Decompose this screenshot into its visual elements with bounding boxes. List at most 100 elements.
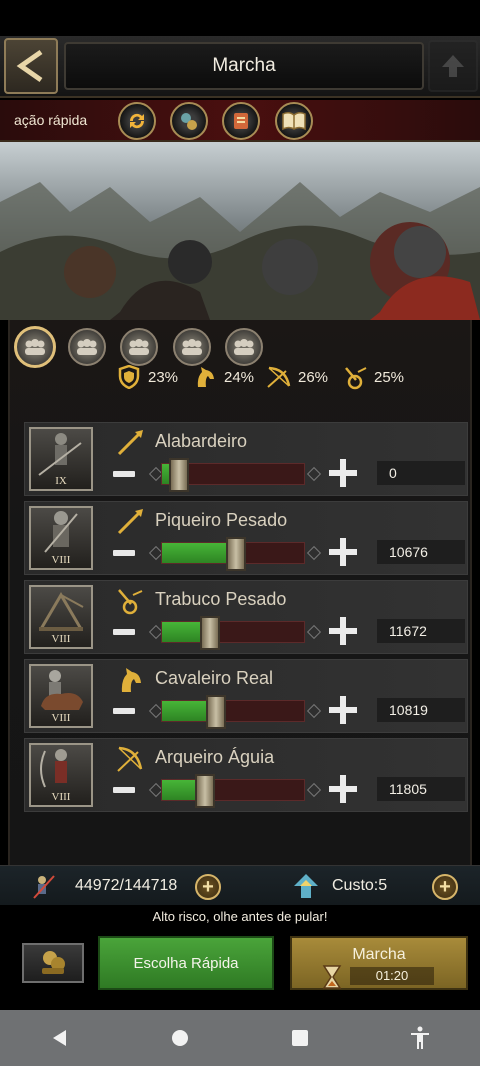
stamina-icon xyxy=(294,874,318,898)
battle-banner-image xyxy=(0,142,480,320)
status-bar xyxy=(0,0,480,36)
shield-icon xyxy=(116,364,142,390)
formation-icon xyxy=(77,339,97,355)
bonus-value: 25% xyxy=(374,368,405,386)
troop-name: Arqueiro Águia xyxy=(155,747,275,767)
preset-1[interactable] xyxy=(14,326,56,368)
page-title: Marcha xyxy=(64,42,424,90)
slider-right-arrow-icon xyxy=(306,624,322,640)
decrease-button[interactable] xyxy=(113,708,135,714)
increase-button[interactable] xyxy=(329,459,357,487)
troop-row-alabardeiro: IX Alabardeiro 0 xyxy=(24,422,468,496)
troop-name: Alabardeiro xyxy=(155,431,248,451)
troops-coins-icon[interactable] xyxy=(170,102,208,140)
troop-slider[interactable] xyxy=(161,774,305,808)
preset-2[interactable] xyxy=(68,328,106,366)
troop-count-input[interactable]: 11672 xyxy=(377,619,465,643)
bonus-cavalry: 24% xyxy=(192,364,254,390)
slider-handle[interactable] xyxy=(194,774,215,808)
add-stamina-button[interactable]: + xyxy=(432,874,458,900)
decrease-button[interactable] xyxy=(113,471,135,477)
slider-handle[interactable] xyxy=(200,616,221,650)
slider-right-arrow-icon xyxy=(306,782,322,798)
triangle-back-icon xyxy=(53,1030,66,1046)
circle-home-icon xyxy=(172,1030,188,1046)
troop-portrait[interactable]: VIII xyxy=(29,664,93,728)
bonus-value: 24% xyxy=(224,368,255,386)
bonus-archery: 26% xyxy=(266,364,328,390)
hero-select-button[interactable] xyxy=(22,943,84,983)
horse-icon xyxy=(192,364,218,390)
troop-portrait[interactable]: VIII xyxy=(29,585,93,649)
back-arrow-icon xyxy=(16,49,43,83)
troop-slider[interactable] xyxy=(161,537,305,571)
slider-right-arrow-icon xyxy=(306,466,322,482)
book-icon[interactable] xyxy=(275,102,313,140)
march-button-label: Marcha xyxy=(352,946,406,963)
quick-action-bar: ação rápida xyxy=(0,100,480,142)
troop-tier: IX xyxy=(55,475,67,487)
spear-icon xyxy=(117,509,143,535)
back-button[interactable] xyxy=(4,38,58,94)
troop-row-piqueiro-pesado: VIII Piqueiro Pesado 10676 xyxy=(24,501,468,575)
hourglass-icon xyxy=(322,965,342,989)
increase-button[interactable] xyxy=(329,696,357,724)
up-button[interactable] xyxy=(428,40,478,92)
troop-count-input[interactable]: 11805 xyxy=(377,777,465,801)
troop-name: Trabuco Pesado xyxy=(155,589,287,609)
nav-accessibility-button[interactable] xyxy=(400,1018,440,1058)
troop-slider[interactable] xyxy=(161,458,305,492)
troop-capacity: 44972/144718 xyxy=(75,877,178,894)
decrease-button[interactable] xyxy=(113,787,135,793)
troop-count-input[interactable]: 10676 xyxy=(377,540,465,564)
horse-icon xyxy=(121,668,141,692)
header: Marcha xyxy=(0,36,480,98)
decrease-button[interactable] xyxy=(113,629,135,635)
preset-5[interactable] xyxy=(225,328,263,366)
refresh-icon[interactable] xyxy=(118,102,156,140)
troop-tier: VIII xyxy=(51,791,71,803)
bonus-value: 23% xyxy=(148,368,179,386)
nav-back-button[interactable] xyxy=(40,1018,80,1058)
square-recents-icon xyxy=(292,1030,308,1046)
quick-select-button[interactable]: Escolha Rápida xyxy=(98,936,274,990)
risk-warning: Alto risco, olhe antes de pular! xyxy=(152,909,328,924)
bow-icon xyxy=(117,746,143,772)
pikeman-icon xyxy=(44,511,78,553)
system-nav-bar xyxy=(0,1010,480,1066)
preset-4[interactable] xyxy=(173,328,211,366)
troop-portrait[interactable]: IX xyxy=(29,427,93,491)
bow-icon xyxy=(266,364,292,390)
add-capacity-button[interactable]: + xyxy=(195,874,221,900)
hero-helmet-icon xyxy=(42,951,65,974)
knight-icon xyxy=(41,670,83,710)
troop-name: Piqueiro Pesado xyxy=(155,510,288,530)
nav-recents-button[interactable] xyxy=(280,1018,320,1058)
slider-handle[interactable] xyxy=(225,537,246,571)
spear-icon xyxy=(117,430,143,456)
page-title-text: Marcha xyxy=(212,55,276,76)
troop-portrait[interactable]: VIII xyxy=(29,506,93,570)
troop-slider[interactable] xyxy=(161,616,305,650)
siege-icon xyxy=(342,364,368,390)
scroll-icon[interactable] xyxy=(222,102,260,140)
march-cost: Custo:5 xyxy=(332,877,388,894)
slider-handle[interactable] xyxy=(169,458,190,492)
up-arrow-icon xyxy=(442,55,464,77)
bonus-siege: 25% xyxy=(342,364,404,390)
troop-tier: VIII xyxy=(51,712,71,724)
troop-count-input[interactable]: 10819 xyxy=(377,698,465,722)
troop-portrait[interactable]: VIII xyxy=(29,743,93,807)
troop-slider[interactable] xyxy=(161,695,305,729)
slider-handle[interactable] xyxy=(205,695,226,729)
march-button[interactable]: Marcha 01:20 xyxy=(290,936,468,990)
increase-button[interactable] xyxy=(329,617,357,645)
preset-3[interactable] xyxy=(120,328,158,366)
march-time: 01:20 xyxy=(350,967,434,985)
troop-tier: VIII xyxy=(51,554,71,566)
increase-button[interactable] xyxy=(329,538,357,566)
decrease-button[interactable] xyxy=(113,550,135,556)
increase-button[interactable] xyxy=(329,775,357,803)
troop-count-input[interactable]: 0 xyxy=(377,461,465,485)
nav-home-button[interactable] xyxy=(160,1018,200,1058)
